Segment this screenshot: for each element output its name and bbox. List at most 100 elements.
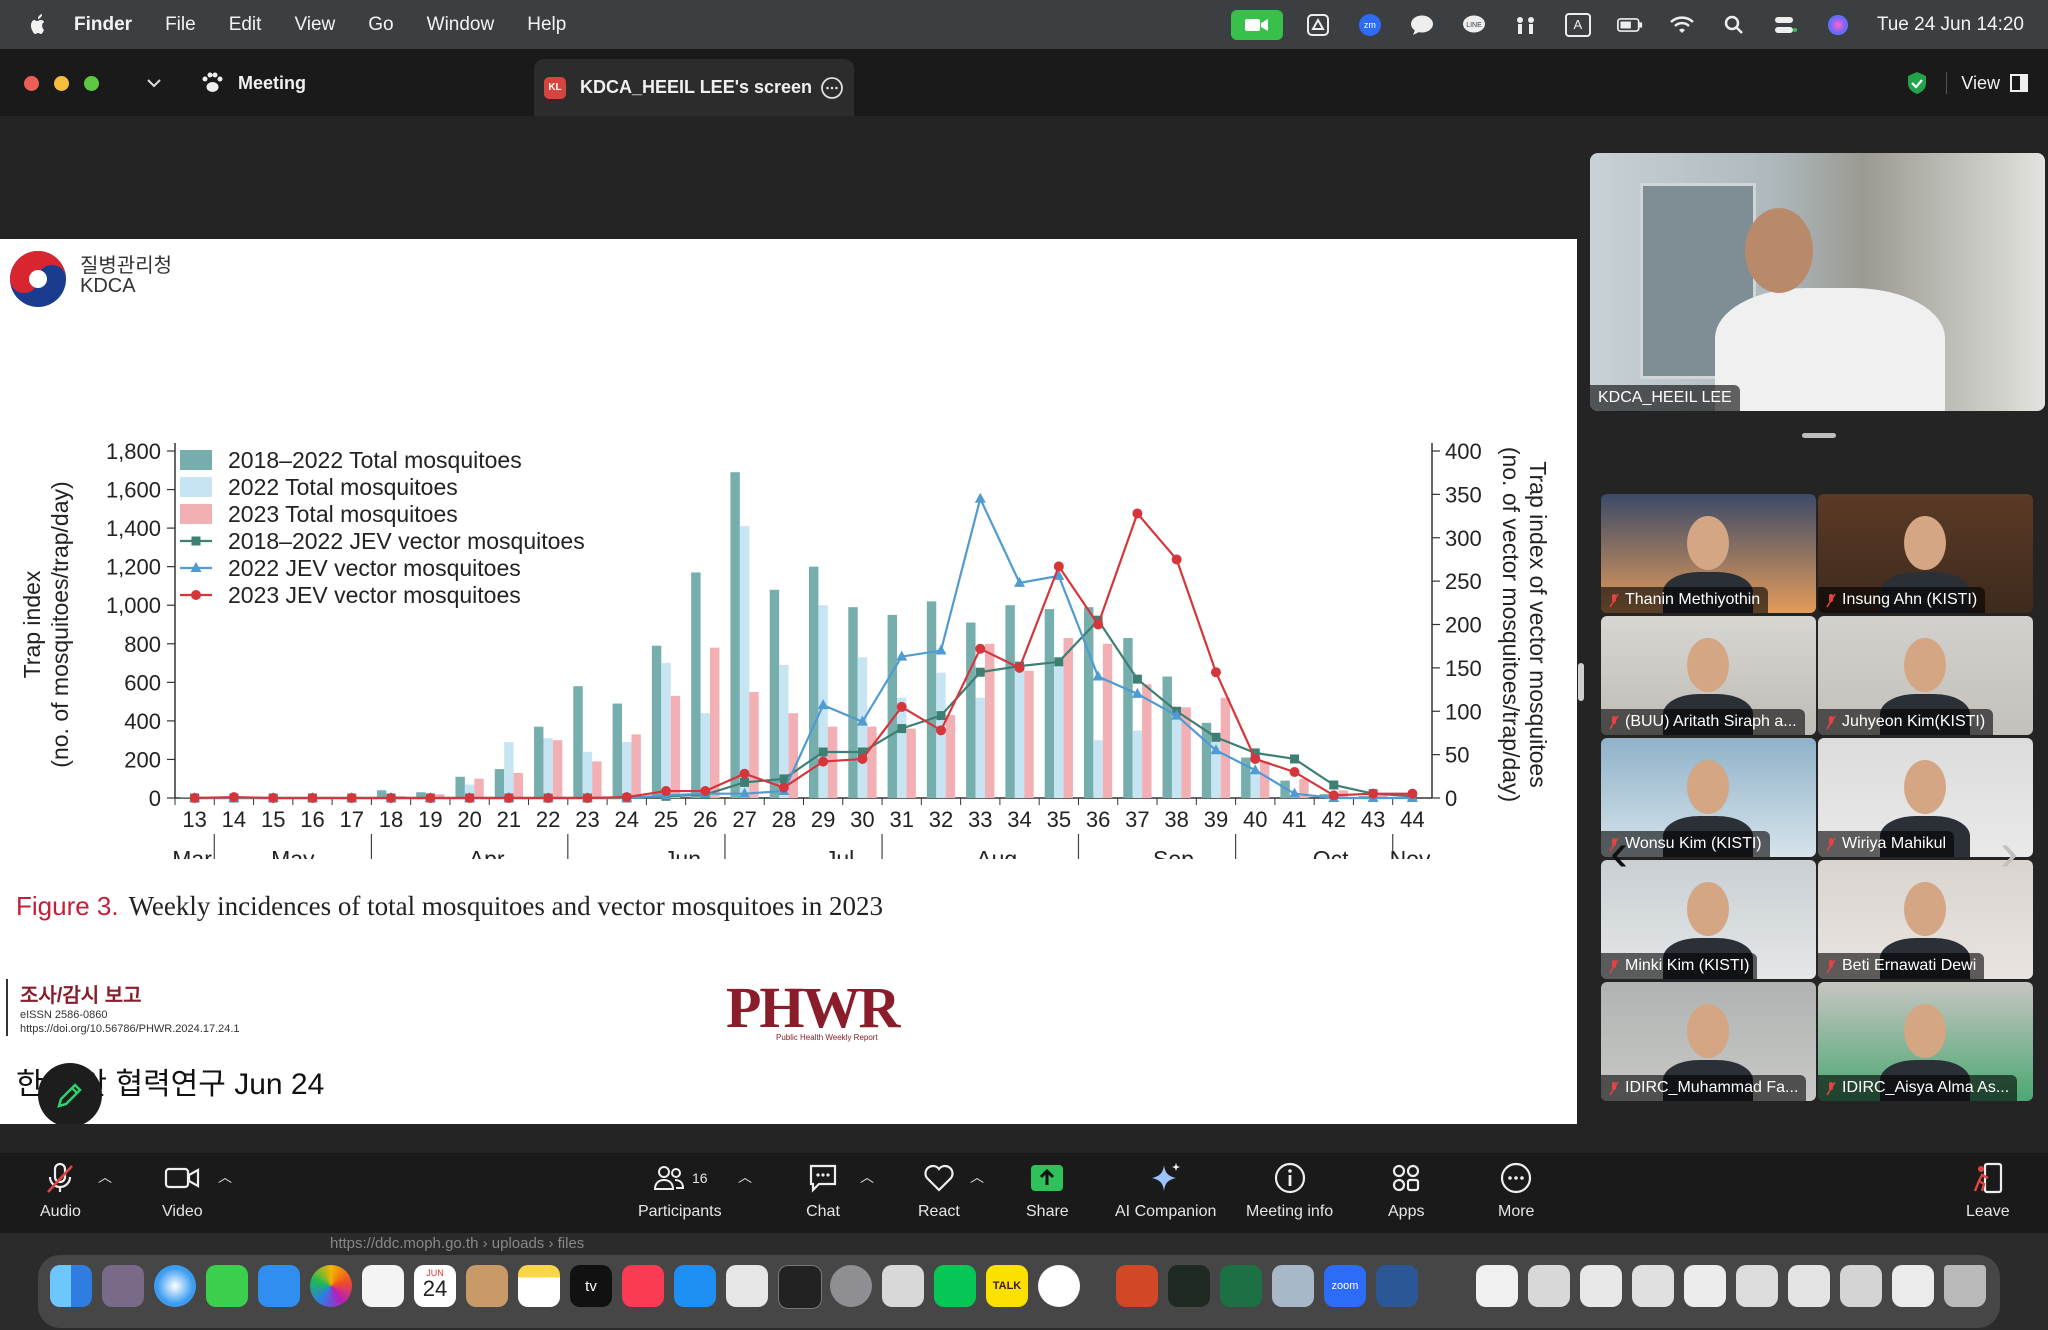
active-speaker-video[interactable]: KDCA_HEEIL LEE bbox=[1590, 153, 2045, 411]
photos-icon[interactable] bbox=[310, 1265, 352, 1307]
recent-document-icon[interactable] bbox=[1736, 1265, 1778, 1307]
notes-icon[interactable] bbox=[518, 1265, 560, 1307]
participants-button[interactable]: 16 Participants bbox=[638, 1161, 722, 1221]
security-shield-icon[interactable] bbox=[1906, 71, 1928, 95]
drive-icon[interactable] bbox=[1305, 13, 1331, 37]
tab-meeting[interactable]: Meeting bbox=[200, 66, 306, 100]
participant-tile[interactable]: Minki Kim (KISTI) bbox=[1601, 860, 1816, 979]
participant-tile[interactable]: Insung Ahn (KISTI) bbox=[1818, 494, 2033, 613]
messages-app-icon[interactable] bbox=[206, 1265, 248, 1307]
gallery-next-arrow[interactable]: › bbox=[2000, 821, 2018, 883]
recent-document-icon[interactable] bbox=[1580, 1265, 1622, 1307]
annotate-pen-button[interactable] bbox=[38, 1063, 102, 1124]
safari-icon[interactable] bbox=[154, 1265, 196, 1307]
wifi-icon[interactable] bbox=[1669, 13, 1695, 37]
chevron-down-icon[interactable] bbox=[146, 77, 162, 89]
terminal-icon[interactable] bbox=[778, 1265, 822, 1309]
contacts-icon[interactable] bbox=[466, 1265, 508, 1307]
view-button[interactable]: View bbox=[1906, 67, 2028, 99]
ai-companion-button[interactable]: AI Companion bbox=[1115, 1161, 1216, 1221]
gallery-resize-handle[interactable] bbox=[1802, 433, 1836, 438]
audio-button[interactable]: Audio bbox=[40, 1161, 81, 1221]
recent-document-icon[interactable] bbox=[1632, 1265, 1674, 1307]
airdrop-icon[interactable] bbox=[1513, 13, 1539, 37]
close-window-button[interactable] bbox=[24, 76, 39, 91]
recent-document-icon[interactable] bbox=[1684, 1265, 1726, 1307]
audio-options-caret[interactable]: ︿ bbox=[98, 1167, 112, 1187]
input-source-icon[interactable]: A bbox=[1564, 12, 1591, 37]
zoom-video-status-icon[interactable] bbox=[1230, 9, 1283, 40]
leave-button[interactable]: Leave bbox=[1966, 1161, 2010, 1221]
menubar-clock[interactable]: Tue 24 Jun 14:20 bbox=[1877, 14, 2024, 36]
participant-tile[interactable]: Juhyeon Kim(KISTI) bbox=[1818, 616, 2033, 735]
more-options-icon[interactable] bbox=[820, 76, 844, 100]
script-editor-icon[interactable] bbox=[726, 1265, 768, 1307]
minimize-window-button[interactable] bbox=[54, 76, 69, 91]
bar bbox=[1220, 697, 1231, 798]
participant-tile[interactable]: Thanin Methiyothin bbox=[1601, 494, 1816, 613]
messenger-icon[interactable] bbox=[1038, 1265, 1080, 1307]
gallery-prev-arrow[interactable]: ‹ bbox=[1610, 821, 1628, 883]
calendar-icon[interactable]: JUN 24 bbox=[414, 1265, 456, 1307]
zoom-status-icon[interactable]: zm bbox=[1357, 13, 1383, 37]
chat-options-caret[interactable]: ︿ bbox=[860, 1167, 874, 1187]
trash-icon[interactable] bbox=[1944, 1265, 1986, 1307]
recent-document-icon[interactable] bbox=[1892, 1265, 1934, 1307]
menu-view[interactable]: View bbox=[294, 14, 335, 36]
recent-document-icon[interactable] bbox=[1528, 1265, 1570, 1307]
line-app-icon[interactable] bbox=[934, 1265, 976, 1307]
react-options-caret[interactable]: ︿ bbox=[970, 1167, 984, 1187]
iphone-mirroring-icon[interactable] bbox=[882, 1265, 924, 1307]
meeting-info-button[interactable]: Meeting info bbox=[1246, 1161, 1333, 1221]
more-button[interactable]: More bbox=[1498, 1161, 1534, 1221]
zoom-window-button[interactable] bbox=[84, 76, 99, 91]
recent-document-icon[interactable] bbox=[1788, 1265, 1830, 1307]
freeform-icon[interactable] bbox=[362, 1265, 404, 1307]
music-icon[interactable] bbox=[622, 1265, 664, 1307]
menu-help[interactable]: Help bbox=[527, 14, 566, 36]
menu-app-name[interactable]: Finder bbox=[74, 14, 132, 36]
zoom-app-icon[interactable]: zoom bbox=[1324, 1265, 1366, 1307]
kakaotalk-icon[interactable]: TALK bbox=[986, 1265, 1028, 1307]
chat-button[interactable]: Chat bbox=[806, 1161, 840, 1221]
excel-icon[interactable] bbox=[1220, 1265, 1262, 1307]
video-options-caret[interactable]: ︿ bbox=[218, 1167, 232, 1187]
participant-tile[interactable]: Wonsu Kim (KISTI) bbox=[1601, 738, 1816, 857]
apple-menu-icon[interactable] bbox=[26, 13, 48, 37]
apps-button[interactable]: Apps bbox=[1388, 1161, 1424, 1221]
participant-tile[interactable]: IDIRC_Muhammad Fa... bbox=[1601, 982, 1816, 1101]
finder-icon[interactable] bbox=[50, 1265, 92, 1307]
spotlight-icon[interactable] bbox=[1721, 13, 1747, 37]
control-center-icon[interactable] bbox=[1773, 13, 1799, 37]
bar bbox=[504, 742, 514, 798]
tab-shared-screen[interactable]: KL KDCA_HEEIL LEE's screen bbox=[534, 59, 854, 116]
menu-go[interactable]: Go bbox=[368, 14, 393, 36]
video-panel-scrollbar[interactable] bbox=[1578, 663, 1584, 701]
powerpoint-icon[interactable] bbox=[1116, 1265, 1158, 1307]
messages-icon[interactable] bbox=[1409, 13, 1435, 37]
mail-icon[interactable] bbox=[258, 1265, 300, 1307]
launchpad-icon[interactable] bbox=[102, 1265, 144, 1307]
participant-tile[interactable]: (BUU) Aritath Siraph a... bbox=[1601, 616, 1816, 735]
video-button[interactable]: Video bbox=[162, 1161, 203, 1221]
participant-face bbox=[1687, 882, 1729, 936]
bar bbox=[513, 772, 524, 798]
participants-options-caret[interactable]: ︿ bbox=[738, 1167, 752, 1187]
menu-file[interactable]: File bbox=[165, 14, 196, 36]
system-settings-icon[interactable] bbox=[830, 1265, 872, 1307]
participant-tile[interactable]: IDIRC_Aisya Alma As... bbox=[1818, 982, 2033, 1101]
recent-document-icon[interactable] bbox=[1476, 1265, 1518, 1307]
menu-window[interactable]: Window bbox=[427, 14, 495, 36]
preview-icon[interactable] bbox=[1272, 1265, 1314, 1307]
line-status-icon[interactable]: LINE bbox=[1461, 13, 1487, 37]
menu-edit[interactable]: Edit bbox=[229, 14, 262, 36]
word-icon[interactable] bbox=[1376, 1265, 1418, 1307]
app-store-icon[interactable] bbox=[674, 1265, 716, 1307]
react-button[interactable]: React bbox=[918, 1161, 960, 1221]
apple-tv-icon[interactable]: tv bbox=[570, 1265, 612, 1307]
share-button[interactable]: Share bbox=[1026, 1161, 1069, 1221]
activity-monitor-icon[interactable] bbox=[1168, 1265, 1210, 1307]
battery-icon[interactable] bbox=[1616, 13, 1643, 37]
recent-document-icon[interactable] bbox=[1840, 1265, 1882, 1307]
siri-icon[interactable] bbox=[1825, 13, 1851, 37]
